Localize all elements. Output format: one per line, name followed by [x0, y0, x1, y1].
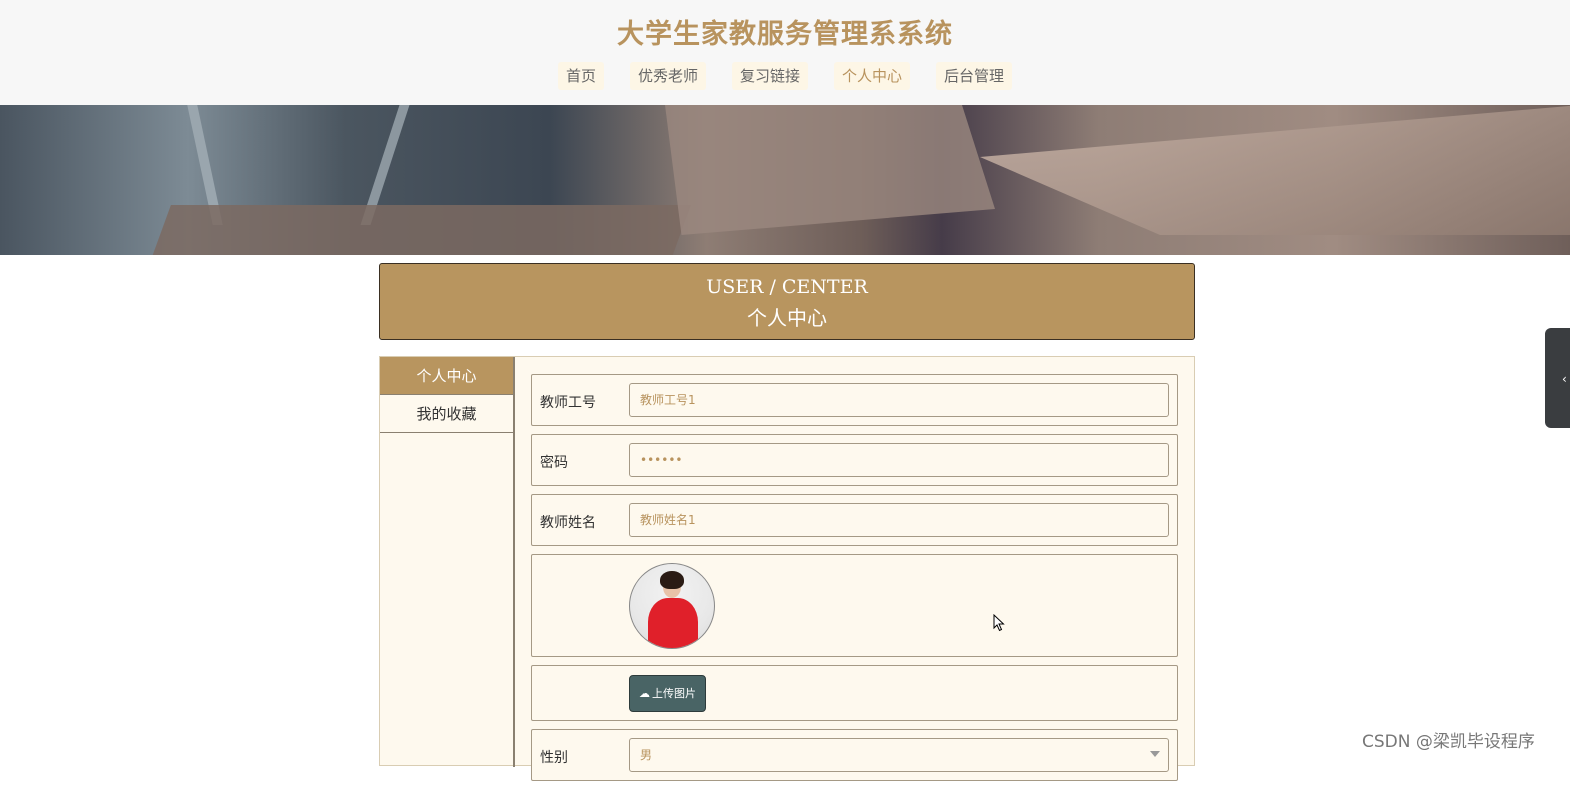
mouse-cursor-icon [993, 613, 1005, 636]
watermark: CSDN @梁凯毕设程序 [1362, 732, 1535, 752]
form-row-teacher-name: 教师姓名 教师姓名1 [531, 494, 1178, 546]
form-row-avatar [531, 554, 1178, 657]
banner-image [0, 105, 1570, 255]
avatar-figure-hair [660, 571, 684, 589]
sidebar-item-favorites[interactable]: 我的收藏 [380, 395, 513, 433]
banner-desk [980, 105, 1570, 235]
main-nav: 首页 优秀老师 复习链接 个人中心 后台管理 [0, 62, 1570, 90]
form-row-gender: 性别 男 [531, 729, 1178, 781]
cloud-upload-icon: ☁ [639, 687, 650, 700]
banner-chair [665, 105, 995, 235]
section-title: USER / CENTER 个人中心 [379, 263, 1195, 340]
upload-image-button[interactable]: ☁ 上传图片 [629, 675, 706, 712]
form-row-password: 密码 •••••• [531, 434, 1178, 486]
password-input[interactable]: •••••• [629, 443, 1169, 477]
avatar-figure-body [648, 598, 698, 648]
user-center-panel: 个人中心 我的收藏 教师工号 教师工号1 密码 •••••• 教师姓名 教师姓名… [379, 356, 1195, 781]
upload-image-label: 上传图片 [652, 687, 696, 700]
side-panel-toggle[interactable]: ‹ [1545, 328, 1570, 428]
sidebar-item-user-center[interactable]: 个人中心 [380, 357, 513, 395]
teacher-name-input[interactable]: 教师姓名1 [629, 503, 1169, 537]
teacher-name-label: 教师姓名 [540, 515, 596, 531]
sidebar: 个人中心 我的收藏 [380, 357, 515, 767]
gender-select[interactable]: 男 [629, 738, 1169, 772]
site-header: 大学生家教服务管理系系统 首页 优秀老师 复习链接 个人中心 后台管理 [0, 0, 1570, 105]
nav-item-teachers[interactable]: 优秀老师 [629, 62, 706, 90]
nav-item-user-center[interactable]: 个人中心 [834, 62, 911, 90]
avatar [629, 563, 715, 649]
teacher-id-label: 教师工号 [540, 395, 596, 411]
section-title-en: USER / CENTER [706, 276, 868, 298]
chevron-down-icon [1150, 751, 1160, 757]
password-label: 密码 [540, 455, 568, 471]
gender-label: 性别 [540, 750, 568, 766]
form-row-upload: ☁ 上传图片 [531, 665, 1178, 721]
form-row-teacher-id: 教师工号 教师工号1 [531, 374, 1178, 426]
gender-select-value: 男 [640, 748, 653, 762]
profile-form: 教师工号 教师工号1 密码 •••••• 教师姓名 教师姓名1 ☁ 上传图片 性别 [531, 374, 1178, 789]
banner-desk [149, 205, 691, 255]
chevron-left-icon: ‹ [1562, 372, 1567, 386]
site-title: 大学生家教服务管理系系统 [617, 19, 953, 50]
section-title-cn: 个人中心 [747, 306, 827, 330]
teacher-id-input[interactable]: 教师工号1 [629, 383, 1169, 417]
nav-item-admin[interactable]: 后台管理 [936, 62, 1013, 90]
nav-item-home[interactable]: 首页 [557, 62, 604, 90]
nav-item-review-links[interactable]: 复习链接 [731, 62, 808, 90]
